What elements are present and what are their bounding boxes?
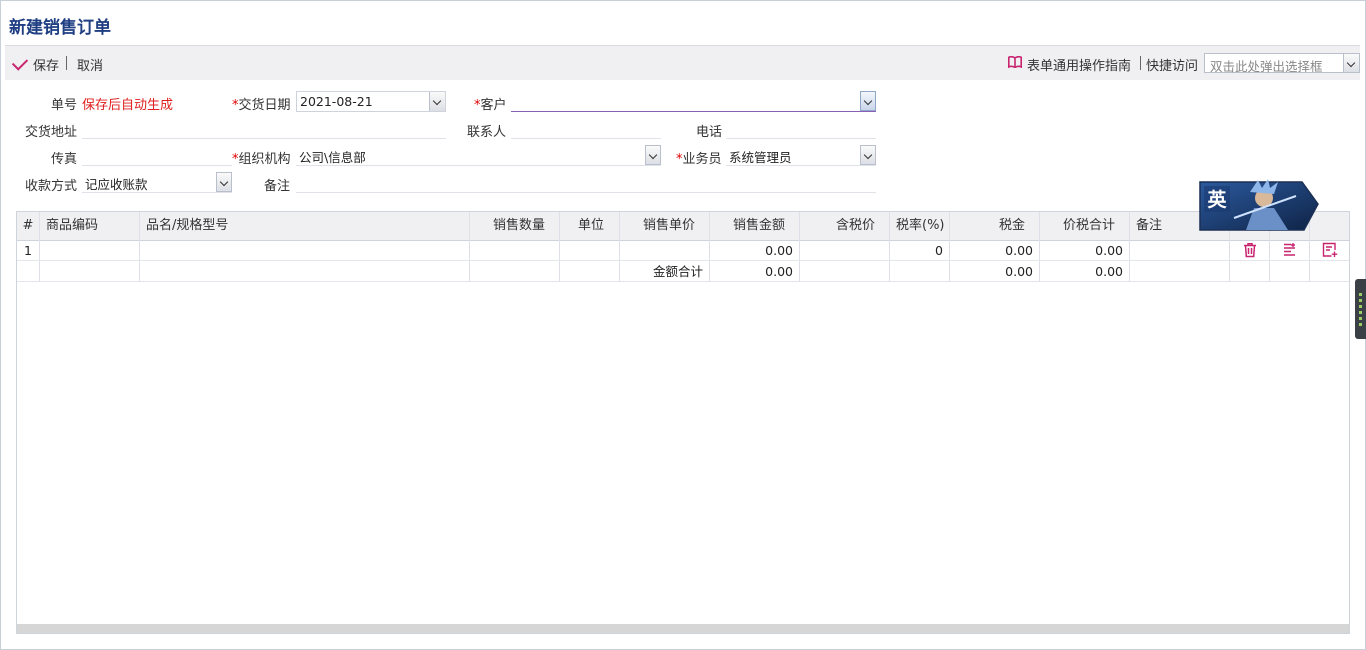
col-header-price[interactable]: 销售单价 bbox=[620, 212, 710, 240]
cell-name[interactable] bbox=[140, 240, 470, 261]
cell-amount[interactable]: 0.00 bbox=[710, 240, 800, 261]
contact-field[interactable] bbox=[511, 118, 661, 139]
delete-row-button[interactable] bbox=[1230, 240, 1270, 261]
summary-cell bbox=[1130, 261, 1230, 282]
salesperson-label: *业务员 bbox=[676, 152, 722, 167]
payment-field[interactable]: 记应收账款 bbox=[82, 172, 232, 193]
chevron-down-icon[interactable] bbox=[216, 172, 232, 192]
chevron-down-icon[interactable] bbox=[429, 92, 445, 111]
customer-label: *客户 bbox=[474, 98, 507, 113]
order-lines-grid: # 商品编码 品名/规格型号 销售数量 单位 销售单价 销售金额 含税价 税率(… bbox=[16, 211, 1350, 634]
row-index: 1 bbox=[17, 240, 40, 261]
payment-value: 记应收账款 bbox=[85, 177, 148, 192]
badge-text: 英 bbox=[1207, 188, 1227, 211]
summary-cell bbox=[1230, 261, 1270, 282]
summary-cell bbox=[560, 261, 620, 282]
contact-label: 联系人 bbox=[467, 125, 507, 140]
col-header-code[interactable]: 商品编码 bbox=[40, 212, 140, 240]
summary-amount: 0.00 bbox=[710, 261, 800, 282]
chevron-down-icon[interactable] bbox=[1343, 54, 1359, 72]
salesperson-field[interactable]: 系统管理员 bbox=[726, 145, 876, 166]
grid-header: # 商品编码 品名/规格型号 销售数量 单位 销售单价 销售金额 含税价 税率(… bbox=[17, 212, 1349, 241]
page-title: 新建销售订单 bbox=[9, 18, 111, 38]
org-label: *组织机构 bbox=[232, 152, 291, 167]
phone-field[interactable] bbox=[726, 118, 876, 139]
org-value: 公司\信息部 bbox=[299, 150, 366, 165]
chevron-down-icon[interactable] bbox=[645, 145, 661, 165]
chevron-down-icon[interactable] bbox=[860, 145, 876, 165]
cell-price[interactable] bbox=[620, 240, 710, 261]
delivery-date-value: 2021-08-21 bbox=[300, 94, 373, 109]
toolbar-divider bbox=[1140, 56, 1141, 70]
order-no-label: 单号 bbox=[51, 98, 78, 113]
delivery-address-label: 交货地址 bbox=[25, 125, 78, 140]
col-header-qty[interactable]: 销售数量 bbox=[470, 212, 560, 240]
col-header-tax-rate[interactable]: 税率(%) bbox=[890, 212, 950, 240]
trash-icon bbox=[1244, 243, 1256, 258]
delivery-date-label: *交货日期 bbox=[232, 98, 291, 113]
delivery-date-field[interactable]: 2021-08-21 bbox=[296, 91, 446, 112]
delivery-address-field[interactable] bbox=[82, 118, 446, 139]
check-icon bbox=[11, 54, 29, 71]
summary-cell bbox=[40, 261, 140, 282]
cell-remark[interactable] bbox=[1130, 240, 1230, 261]
cell-total[interactable]: 0.00 bbox=[1040, 240, 1130, 261]
cell-tax[interactable]: 0.00 bbox=[950, 240, 1040, 261]
summary-cell bbox=[1310, 261, 1349, 282]
org-field[interactable]: 公司\信息部 bbox=[296, 145, 661, 166]
col-header-amount[interactable]: 销售金额 bbox=[710, 212, 800, 240]
save-button[interactable]: 保存 bbox=[11, 54, 60, 74]
col-header-name[interactable]: 品名/规格型号 bbox=[140, 212, 470, 240]
add-row-icon bbox=[1322, 242, 1338, 257]
floating-avatar-badge[interactable]: 英 bbox=[1198, 178, 1320, 232]
cell-tax-rate[interactable]: 0 bbox=[890, 240, 950, 261]
summary-label: 金额合计 bbox=[620, 261, 710, 282]
summary-cell bbox=[1270, 261, 1310, 282]
summary-total: 0.00 bbox=[1040, 261, 1130, 282]
insert-row-button[interactable] bbox=[1270, 240, 1310, 261]
cell-unit[interactable] bbox=[560, 240, 620, 261]
summary-cell bbox=[890, 261, 950, 282]
payment-label: 收款方式 bbox=[25, 179, 78, 194]
save-button-label: 保存 bbox=[33, 59, 60, 74]
phone-label: 电话 bbox=[696, 125, 723, 140]
book-icon bbox=[1008, 56, 1022, 68]
fax-field[interactable] bbox=[82, 145, 232, 166]
toolbar: 保存 取消 表单通用操作指南 快捷访问 双击此处弹出选择框 bbox=[5, 45, 1360, 80]
cell-qty[interactable] bbox=[470, 240, 560, 261]
summary-cell bbox=[17, 261, 40, 282]
insert-row-icon bbox=[1284, 243, 1295, 256]
cell-code[interactable] bbox=[40, 240, 140, 261]
horizontal-scrollbar[interactable] bbox=[17, 624, 1349, 633]
guide-link[interactable]: 表单通用操作指南 bbox=[1027, 55, 1131, 74]
order-no-value: 保存后自动生成 bbox=[82, 98, 174, 113]
customer-field[interactable] bbox=[511, 91, 876, 112]
cell-tax-price[interactable] bbox=[800, 240, 890, 261]
summary-cell bbox=[140, 261, 470, 282]
cancel-button[interactable]: 取消 bbox=[77, 55, 103, 74]
chevron-down-icon[interactable] bbox=[860, 91, 876, 111]
remark-field[interactable] bbox=[296, 172, 876, 193]
quick-access-label: 快捷访问 bbox=[1146, 59, 1199, 74]
summary-cell bbox=[470, 261, 560, 282]
fax-label: 传真 bbox=[51, 152, 78, 167]
side-panel-tab[interactable] bbox=[1355, 279, 1366, 339]
col-header-unit[interactable]: 单位 bbox=[560, 212, 620, 240]
add-row-button[interactable] bbox=[1310, 240, 1349, 261]
quick-access-placeholder: 双击此处弹出选择框 bbox=[1210, 59, 1323, 74]
summary-cell bbox=[800, 261, 890, 282]
quick-access-select[interactable]: 双击此处弹出选择框 bbox=[1204, 53, 1360, 74]
toolbar-divider bbox=[66, 56, 67, 70]
summary-tax: 0.00 bbox=[950, 261, 1040, 282]
col-header-tax-price[interactable]: 含税价 bbox=[800, 212, 890, 240]
col-header-index: # bbox=[17, 212, 40, 240]
col-header-tax[interactable]: 税金 bbox=[950, 212, 1040, 240]
remark-label: 备注 bbox=[264, 179, 291, 194]
col-header-total[interactable]: 价税合计 bbox=[1040, 212, 1130, 240]
salesperson-value: 系统管理员 bbox=[729, 150, 792, 165]
